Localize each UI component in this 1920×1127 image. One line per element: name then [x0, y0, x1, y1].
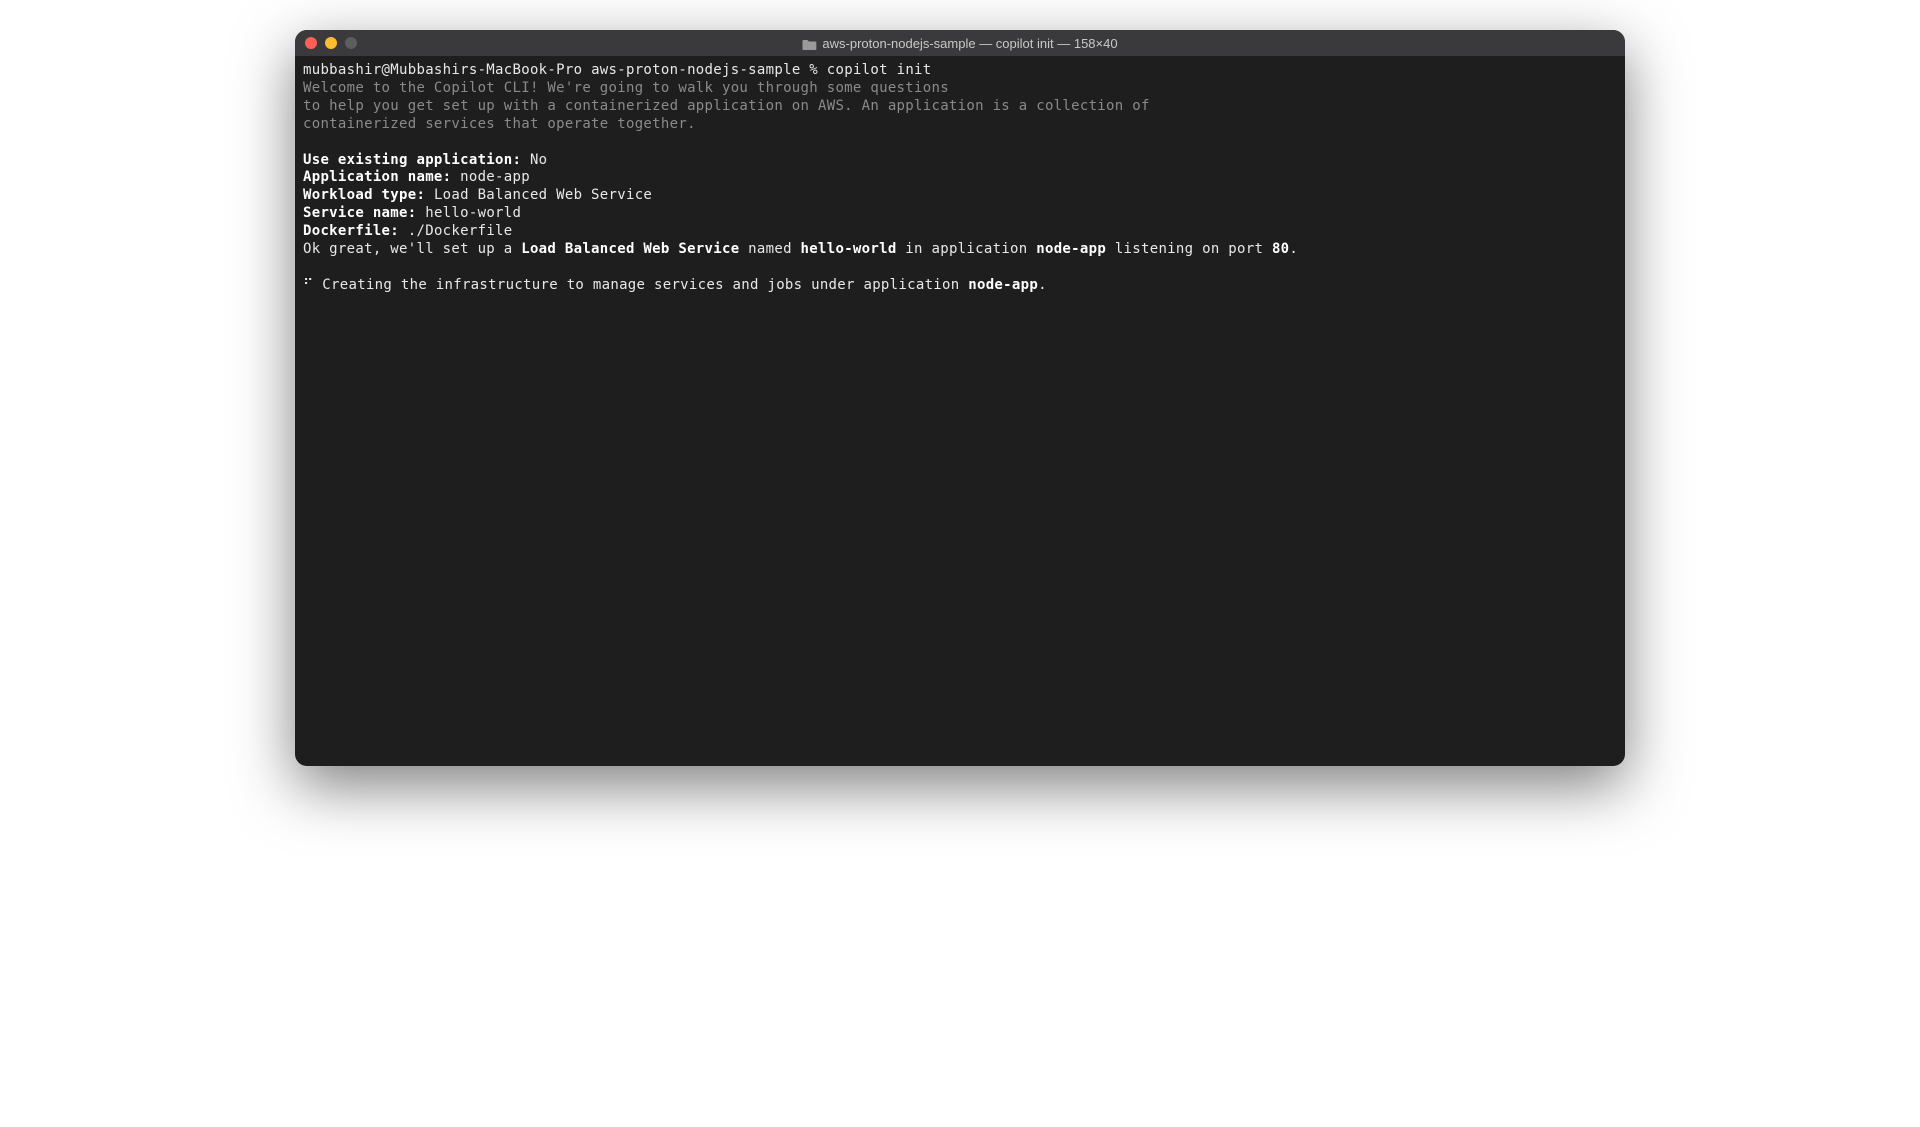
use-existing-label: Use existing application: — [303, 152, 521, 168]
service-name-label: Service name: — [303, 205, 416, 221]
confirm-prefix: Ok great, we'll set up a — [303, 241, 521, 257]
welcome-line-2: to help you get set up with a containeri… — [303, 98, 1617, 116]
confirm-mid3: listening on port — [1106, 241, 1272, 257]
progress-text: Creating the infrastructure to manage se… — [322, 277, 968, 293]
prompt-command: copilot init — [827, 62, 932, 78]
confirm-line: Ok great, we'll set up a Load Balanced W… — [303, 241, 1617, 259]
app-name-label: Application name: — [303, 169, 451, 185]
blank-line-2 — [303, 259, 1617, 277]
progress-suffix: . — [1038, 277, 1047, 293]
minimize-button[interactable] — [325, 37, 337, 49]
confirm-service-name: hello-world — [801, 241, 897, 257]
window-title-text: aws-proton-nodejs-sample — copilot init … — [822, 36, 1117, 51]
confirm-mid1: named — [739, 241, 800, 257]
workload-type-label: Workload type: — [303, 187, 425, 203]
app-name-value: node-app — [460, 169, 530, 185]
confirm-port: 80 — [1272, 241, 1289, 257]
window-title: aws-proton-nodejs-sample — copilot init … — [802, 36, 1117, 51]
workload-type-line: Workload type: Load Balanced Web Service — [303, 187, 1617, 205]
prompt-line: mubbashir@Mubbashirs-MacBook-Pro aws-pro… — [303, 62, 1617, 80]
dockerfile-line: Dockerfile: ./Dockerfile — [303, 223, 1617, 241]
blank-line — [303, 134, 1617, 152]
maximize-button[interactable] — [345, 37, 357, 49]
workload-type-value: Load Balanced Web Service — [434, 187, 652, 203]
spinner-icon: ⠋ — [303, 277, 314, 293]
use-existing-line: Use existing application: No — [303, 152, 1617, 170]
welcome-line-3: containerized services that operate toge… — [303, 116, 1617, 134]
prompt-cwd: aws-proton-nodejs-sample — [591, 62, 801, 78]
progress-app-name: node-app — [968, 277, 1038, 293]
progress-line: ⠋ Creating the infrastructure to manage … — [303, 277, 1617, 295]
titlebar[interactable]: aws-proton-nodejs-sample — copilot init … — [295, 30, 1625, 56]
terminal-body[interactable]: mubbashir@Mubbashirs-MacBook-Pro aws-pro… — [295, 56, 1625, 766]
confirm-mid2: in application — [897, 241, 1037, 257]
prompt-user-host: mubbashir@Mubbashirs-MacBook-Pro — [303, 62, 582, 78]
confirm-app-name: node-app — [1036, 241, 1106, 257]
confirm-suffix: . — [1289, 241, 1298, 257]
welcome-line-1: Welcome to the Copilot CLI! We're going … — [303, 80, 1617, 98]
terminal-window: aws-proton-nodejs-sample — copilot init … — [295, 30, 1625, 766]
app-name-line: Application name: node-app — [303, 169, 1617, 187]
close-button[interactable] — [305, 37, 317, 49]
dockerfile-label: Dockerfile: — [303, 223, 399, 239]
service-name-value: hello-world — [425, 205, 521, 221]
confirm-workload-type: Load Balanced Web Service — [521, 241, 739, 257]
service-name-line: Service name: hello-world — [303, 205, 1617, 223]
traffic-lights — [305, 37, 357, 49]
folder-icon — [802, 38, 816, 49]
dockerfile-value: ./Dockerfile — [408, 223, 513, 239]
use-existing-value: No — [530, 152, 547, 168]
prompt-symbol: % — [809, 62, 818, 78]
